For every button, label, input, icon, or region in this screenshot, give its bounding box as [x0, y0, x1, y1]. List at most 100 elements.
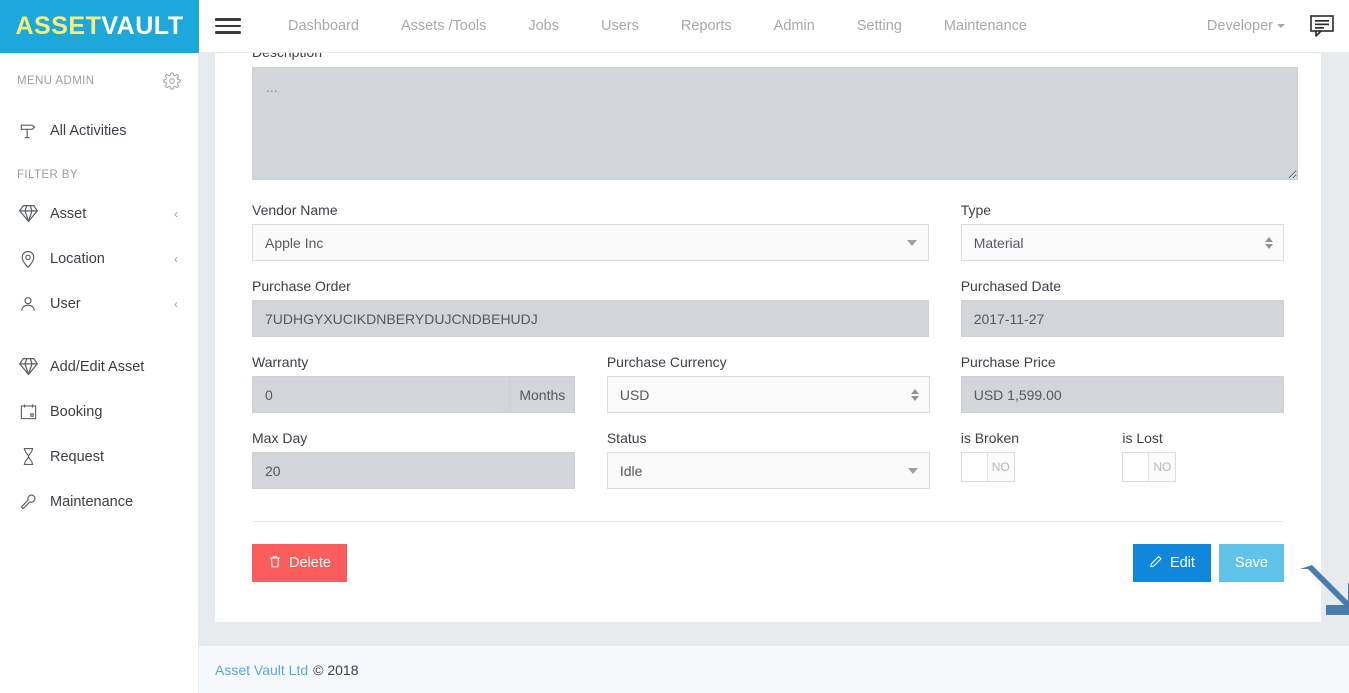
edit-button-label: Edit: [1169, 555, 1195, 571]
user-icon: [17, 293, 39, 315]
brand-logo-asset: ASSET: [15, 12, 102, 40]
toggle-knob: [1123, 453, 1150, 481]
spinner-arrows-icon: [1265, 236, 1273, 249]
purchase-currency-group: Purchase Currency USD: [606, 354, 931, 413]
purchase-order-input[interactable]: [252, 300, 930, 337]
is-broken-group: is Broken NO: [960, 430, 1123, 489]
max-day-label: Max Day: [252, 430, 308, 446]
nav-link-users[interactable]: Users: [580, 0, 660, 52]
sidebar-item-label: All Activities: [50, 122, 127, 139]
sidebar-item-label: User: [50, 295, 81, 312]
user-menu-label: Developer: [1206, 18, 1273, 34]
type-select[interactable]: Material: [960, 224, 1284, 261]
status-select[interactable]: Idle: [606, 452, 931, 489]
hourglass-icon: [17, 446, 39, 468]
page-scrollbar[interactable]: [1337, 53, 1349, 693]
asset-form: Description Vendor Name Apple Inc: [215, 53, 1321, 489]
save-button-label: Save: [1234, 555, 1268, 571]
sidebar-item-booking[interactable]: Booking: [0, 389, 198, 434]
page-footer: Asset Vault Ltd © 2018: [199, 645, 1349, 693]
nav-link-maintenance[interactable]: Maintenance: [923, 0, 1048, 52]
description-field-group: [252, 53, 1298, 185]
max-day-input[interactable]: [252, 452, 576, 489]
hamburger-menu-icon[interactable]: [215, 15, 241, 37]
sidebar-item-label: Asset: [50, 205, 87, 222]
wrench-icon: [17, 491, 39, 513]
purchase-price-label: Purchase Price: [960, 354, 1056, 370]
purchase-currency-value: USD: [619, 386, 650, 403]
is-lost-state: NO: [1153, 460, 1172, 474]
sidebar-item-location[interactable]: Location ‹: [0, 236, 198, 281]
purchase-price-input[interactable]: [960, 376, 1284, 413]
purchase-currency-label: Purchase Currency: [606, 354, 727, 370]
purchased-date-label: Purchased Date: [960, 278, 1062, 294]
nav-link-setting[interactable]: Setting: [836, 0, 923, 52]
caret-down-icon: [907, 239, 918, 246]
sidebar-item-label: Maintenance: [50, 493, 134, 510]
form-action-bar: Delete Edit Save: [215, 522, 1321, 582]
vendor-name-label: Vendor Name: [252, 202, 338, 218]
trash-icon: [268, 554, 282, 573]
top-navbar: ASSETVAULT Dashboard Assets /Tools Jobs …: [0, 0, 1349, 53]
navbar-link-list: Dashboard Assets /Tools Jobs Users Repor…: [267, 0, 1048, 52]
nav-link-admin[interactable]: Admin: [753, 0, 836, 52]
sidebar-item-asset[interactable]: Asset ‹: [0, 191, 198, 236]
brand-logo[interactable]: ASSETVAULT: [0, 0, 199, 53]
save-button[interactable]: Save: [1218, 544, 1284, 582]
pencil-icon: [1149, 554, 1163, 573]
signpost-icon: [17, 120, 39, 142]
footer-copyright: © 2018: [313, 661, 359, 678]
is-broken-toggle[interactable]: NO: [960, 452, 1015, 482]
user-menu[interactable]: Developer: [1207, 0, 1285, 52]
warranty-group: Warranty Months: [252, 354, 576, 413]
purchased-date-input[interactable]: [960, 300, 1284, 337]
maxday-status-flags-row: Max Day Status Idle is Broken: [252, 430, 1284, 489]
is-lost-toggle[interactable]: NO: [1122, 452, 1177, 482]
sidebar-menu-title: MENU ADMIN: [17, 75, 95, 87]
content-area: Description Vendor Name Apple Inc: [199, 53, 1349, 693]
status-value: Idle: [619, 462, 643, 479]
purchase-currency-select[interactable]: USD: [606, 376, 931, 413]
sidebar-item-add-edit-asset[interactable]: Add/Edit Asset: [0, 344, 198, 389]
description-input[interactable]: [252, 67, 1298, 180]
nav-link-dashboard[interactable]: Dashboard: [267, 0, 380, 52]
status-group: Status Idle: [606, 430, 931, 489]
vendor-name-select[interactable]: Apple Inc: [252, 224, 930, 261]
vendor-name-value: Apple Inc: [265, 234, 324, 251]
nav-link-reports[interactable]: Reports: [660, 0, 753, 52]
vendor-type-row: Vendor Name Apple Inc Type Material: [252, 202, 1284, 261]
sidebar-item-maintenance[interactable]: Maintenance: [0, 479, 198, 524]
description-label: Description: [252, 53, 322, 60]
sidebar-item-label: Booking: [50, 403, 103, 420]
chevron-down-icon: [1277, 24, 1285, 29]
caret-down-icon: [908, 467, 919, 474]
purchased-date-group: Purchased Date: [960, 278, 1284, 337]
max-day-group: Max Day: [252, 430, 576, 489]
map-pin-icon: [17, 248, 39, 270]
chevron-left-icon: ‹: [174, 296, 178, 311]
gear-icon[interactable]: [163, 72, 181, 90]
sidebar-item-all-activities[interactable]: All Activities: [0, 108, 198, 153]
sidebar-item-label: Add/Edit Asset: [50, 358, 145, 375]
type-group: Type Material: [960, 202, 1284, 261]
sidebar-item-user[interactable]: User ‹: [0, 281, 198, 326]
is-lost-group: is Lost NO: [1122, 430, 1284, 489]
delete-button[interactable]: Delete: [252, 544, 347, 582]
is-lost-label: is Lost: [1122, 430, 1163, 446]
nav-link-jobs[interactable]: Jobs: [507, 0, 580, 52]
edit-button[interactable]: Edit: [1132, 544, 1211, 582]
spinner-arrows-icon: [911, 388, 920, 401]
sidebar-filter-title: FILTER BY: [17, 169, 78, 181]
sidebar-header: MENU ADMIN: [0, 53, 198, 90]
warranty-label: Warranty: [252, 354, 309, 370]
chat-bubble-icon[interactable]: [1309, 14, 1335, 38]
warranty-input[interactable]: [252, 376, 510, 413]
purchase-order-group: Purchase Order: [252, 278, 930, 337]
delete-button-label: Delete: [289, 555, 331, 571]
brand-logo-text: ASSETVAULT: [16, 14, 184, 39]
sidebar: MENU ADMIN All Activities FILTER BY Asse…: [0, 53, 199, 693]
nav-link-assets-tools[interactable]: Assets /Tools: [380, 0, 507, 52]
footer-company-link[interactable]: Asset Vault Ltd: [215, 662, 308, 678]
navbar-links-area: Dashboard Assets /Tools Jobs Users Repor…: [199, 0, 1349, 52]
sidebar-item-request[interactable]: Request: [0, 434, 198, 479]
